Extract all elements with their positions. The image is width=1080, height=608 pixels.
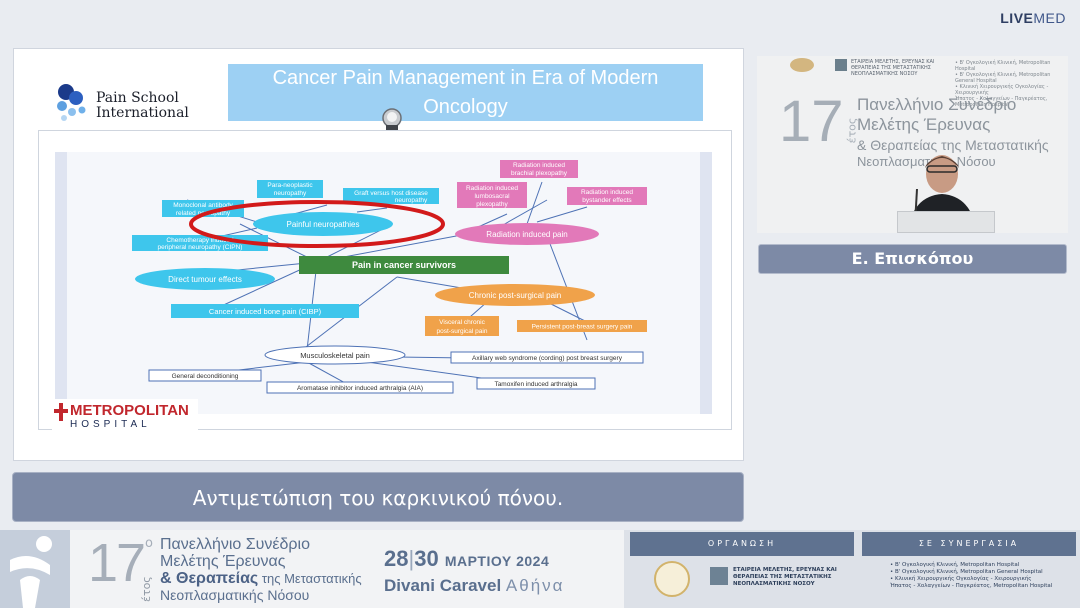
svg-text:Aromatase inhibitor induced ar: Aromatase inhibitor induced arthralgia (…	[297, 385, 423, 392]
node-paraneoplastic: Para-neoplastic neuropathy	[257, 180, 323, 198]
svg-text:Pain in cancer survivors: Pain in cancer survivors	[352, 260, 456, 270]
svg-text:Radiation induced: Radiation induced	[466, 185, 518, 192]
node-chronic-post-surgical-pain: Chronic post-surgical pain	[435, 284, 595, 306]
banner-line-2: Μελέτης Έρευνας	[160, 553, 286, 570]
svg-text:Radiation induced: Radiation induced	[513, 162, 565, 169]
node-brachial-plexopathy: Radiation induced brachial plexopathy	[500, 160, 578, 178]
svg-text:brachial plexopathy: brachial plexopathy	[511, 170, 568, 177]
organization-name: ΕΤΑΙΡΕΙΑ ΜΕΛΕΤΗΣ, ΕΡΕΥΝΑΣ ΚΑΙ ΘΕΡΑΠΕΙΑΣ …	[733, 567, 837, 587]
banner-dates: 28|30 ΜΑΡΤΙΟΥ 2024	[384, 546, 550, 571]
svg-text:neuropathy: neuropathy	[395, 197, 428, 204]
node-persistent-post-breast: Persistent post-breast surgery pain	[517, 320, 647, 332]
svg-text:Painful neuropathies: Painful neuropathies	[287, 220, 360, 229]
node-bystander-effects: Radiation induced bystander effects	[567, 187, 647, 205]
banner-etos: έτος	[140, 576, 153, 602]
node-lumbosacral-plexopathy: Radiation induced lumbosacral plexopathy	[457, 182, 527, 208]
node-aromatase-arthralgia: Aromatase inhibitor induced arthralgia (…	[266, 381, 454, 394]
svg-text:Graft versus host disease: Graft versus host disease	[354, 190, 428, 197]
livemed-logo: LIVEMED	[1000, 10, 1066, 26]
svg-text:post-surgical pain: post-surgical pain	[437, 328, 488, 335]
node-tamoxifen-arthralgia: Tamoxifen induced arthralgia	[476, 377, 596, 390]
medical-cross-icon	[54, 403, 68, 421]
svg-text:Persistent post-breast surgery: Persistent post-breast surgery pain	[532, 324, 633, 331]
speaker-video: ΕΤΑΙΡΕΙΑ ΜΕΛΕΤΗΣ, ΕΡΕΥΝΑΣ ΚΑΙ ΘΕΡΑΠΕΙΑΣ …	[757, 56, 1068, 233]
node-radiation-induced-pain: Radiation induced pain	[455, 223, 599, 245]
video-edition-number: 17	[779, 89, 844, 154]
laptop	[897, 211, 995, 233]
banner-line-4: Νεοπλασματικής Νόσου	[160, 587, 310, 603]
svg-text:Chronic post-surgical pain: Chronic post-surgical pain	[469, 291, 562, 300]
partner-list: • Β' Ογκολογική Κλινική, Metropolitan Ho…	[890, 562, 1053, 589]
pain-school-logo: Pain School International	[54, 82, 214, 126]
presentation-slide: Pain School International Cancer Pain Ma…	[13, 48, 744, 461]
node-musculoskeletal-pain: Musculoskeletal pain	[264, 345, 406, 365]
video-line-2: Μελέτης Έρευνας	[857, 115, 991, 134]
node-direct-tumour-effects: Direct tumour effects	[135, 268, 275, 290]
organization-header: ΟΡΓΑΝΩΣΗ	[630, 532, 854, 556]
svg-text:Cancer induced bone pain (CIBP: Cancer induced bone pain (CIBP)	[209, 307, 322, 316]
video-line-1: Πανελλήνιο Συνέδριο	[857, 95, 1017, 114]
node-cibp: Cancer induced bone pain (CIBP)	[171, 304, 359, 318]
svg-text:Direct tumour effects: Direct tumour effects	[168, 275, 242, 284]
partnership-header: ΣΕ ΣΥΝΕΡΓΑΣΙΑ	[862, 532, 1076, 556]
video-org-text: ΕΤΑΙΡΕΙΑ ΜΕΛΕΤΗΣ, ΕΡΕΥΝΑΣ ΚΑΙ ΘΕΡΑΠΕΙΑΣ …	[851, 59, 935, 77]
svg-text:Visceral chronic: Visceral chronic	[439, 319, 486, 326]
svg-text:Musculoskeletal pain: Musculoskeletal pain	[300, 351, 370, 360]
svg-text:Radiation induced pain: Radiation induced pain	[486, 230, 567, 239]
organization-logo-icon	[710, 567, 728, 585]
svg-text:lumbosacral: lumbosacral	[474, 193, 510, 200]
subtitle-caption: Αντιμετώπιση του καρκινικού πόνου.	[12, 472, 744, 522]
svg-text:General deconditioning: General deconditioning	[172, 373, 239, 380]
banner-edition-number: 17	[88, 533, 146, 593]
svg-text:Tamoxifen induced arthralgia: Tamoxifen induced arthralgia	[494, 381, 577, 388]
slide-title: Cancer Pain Management in Era of Modern …	[228, 64, 703, 121]
conference-emblem-icon	[0, 530, 70, 608]
node-pain-in-cancer-survivors: Pain in cancer survivors	[299, 256, 509, 274]
svg-text:bystander effects: bystander effects	[582, 197, 632, 204]
node-visceral-chronic: Visceral chronic post-surgical pain	[425, 316, 499, 336]
svg-text:Axillary web syndrome (cording: Axillary web syndrome (cording) post bre…	[472, 355, 623, 362]
pain-diagram-svg: Radiation induced brachial plexopathy Ra…	[132, 160, 647, 394]
node-painful-neuropathies: Painful neuropathies	[253, 212, 393, 236]
svg-text:Para-neoplastic: Para-neoplastic	[267, 182, 313, 189]
banner-venue: Divani Caravel Αθήνα	[384, 576, 565, 595]
node-axillary-web: Axillary web syndrome (cording) post bre…	[450, 351, 644, 364]
pain-diagram: Radiation induced brachial plexopathy Ra…	[55, 152, 712, 414]
svg-text:plexopathy: plexopathy	[476, 201, 508, 208]
banner-degree: ο	[145, 536, 153, 551]
video-org-logo-icon	[835, 59, 847, 71]
video-org-seal-icon	[790, 58, 814, 72]
svg-text:Radiation induced: Radiation induced	[581, 189, 633, 196]
speaker-name-badge: Ε. Επισκόπου	[758, 244, 1067, 274]
metropolitan-hospital-logo: METROPOLITAN HOSPITAL	[52, 399, 198, 433]
organization-seal-icon	[654, 561, 690, 597]
banner-line-3: & Θεραπείας της Μεταστατικής	[160, 570, 362, 587]
pain-school-dots-icon	[57, 84, 86, 121]
svg-text:peripheral neuropathy (CIPN): peripheral neuropathy (CIPN)	[158, 244, 243, 251]
banner-line-1: Πανελλήνιο Συνέδριο	[160, 536, 310, 553]
node-general-deconditioning: General deconditioning	[148, 369, 262, 382]
svg-text:neuropathy: neuropathy	[274, 190, 307, 197]
pain-school-text: Pain School International	[96, 90, 189, 121]
